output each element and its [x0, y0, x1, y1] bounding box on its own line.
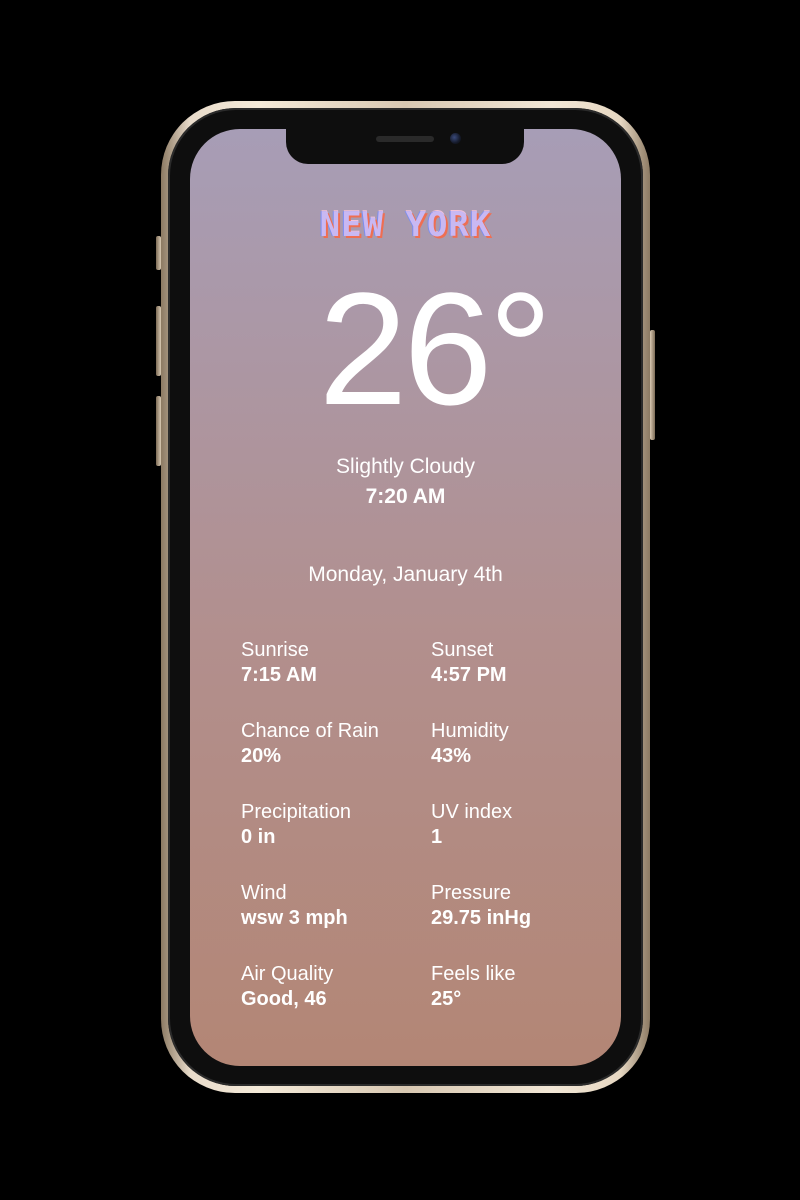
stat-feels-like: Feels like 25° [431, 961, 601, 1042]
stat-sunrise: Sunrise 7:15 AM [241, 637, 431, 718]
stat-label: Wind [241, 882, 287, 904]
camera-icon [450, 133, 461, 144]
stat-value: 29.75 inHg [431, 907, 532, 929]
stat-value: 7:15 AM [241, 664, 317, 686]
stat-label: UV index [431, 801, 513, 823]
stat-value: 25° [431, 988, 462, 1010]
current-time: 7:20 AM [365, 485, 446, 508]
mockup-stage: NEW YORK 26° Slightly Cloudy 7:20 AM Mon… [0, 0, 800, 1200]
stat-label: Pressure [431, 882, 512, 904]
stat-chance-of-rain: Chance of Rain 20% [241, 718, 431, 799]
stat-air-quality: Air Quality Good, 46 [241, 961, 431, 1042]
stat-label: Air Quality [241, 963, 334, 985]
stat-value: 43% [431, 745, 472, 767]
weather-stats-grid: Sunrise 7:15 AM Sunset 4:57 PM Chance of… [241, 637, 601, 1042]
stat-label: Feels like [431, 963, 516, 985]
stat-pressure: Pressure 29.75 inHg [431, 880, 601, 961]
stat-value: Good, 46 [241, 988, 327, 1010]
stat-uv-index: UV index 1 [431, 799, 601, 880]
weather-screen: NEW YORK 26° Slightly Cloudy 7:20 AM Mon… [190, 129, 621, 1066]
stat-value: 20% [241, 745, 282, 767]
stat-precipitation: Precipitation 0 in [241, 799, 431, 880]
volume-down-button [156, 396, 161, 466]
city-title: NEW YORK [319, 205, 492, 245]
stat-value: 4:57 PM [431, 664, 507, 686]
current-date: Monday, January 4th [308, 563, 503, 586]
weather-condition: Slightly Cloudy [336, 455, 475, 478]
stat-humidity: Humidity 43% [431, 718, 601, 799]
stat-value: wsw 3 mph [241, 907, 348, 929]
stat-label: Precipitation [241, 801, 352, 823]
stat-label: Sunrise [241, 639, 309, 661]
stat-wind: Wind wsw 3 mph [241, 880, 431, 961]
stat-value: 1 [431, 826, 443, 848]
current-temperature: 26° [318, 259, 553, 438]
speaker-grille [376, 136, 434, 142]
silent-switch [156, 236, 161, 270]
notch [286, 129, 524, 164]
stat-label: Chance of Rain [241, 720, 379, 742]
stat-sunset: Sunset 4:57 PM [431, 637, 601, 718]
volume-up-button [156, 306, 161, 376]
stat-value: 0 in [241, 826, 276, 848]
stat-label: Humidity [431, 720, 509, 742]
power-button [650, 330, 655, 440]
stat-label: Sunset [431, 639, 494, 661]
